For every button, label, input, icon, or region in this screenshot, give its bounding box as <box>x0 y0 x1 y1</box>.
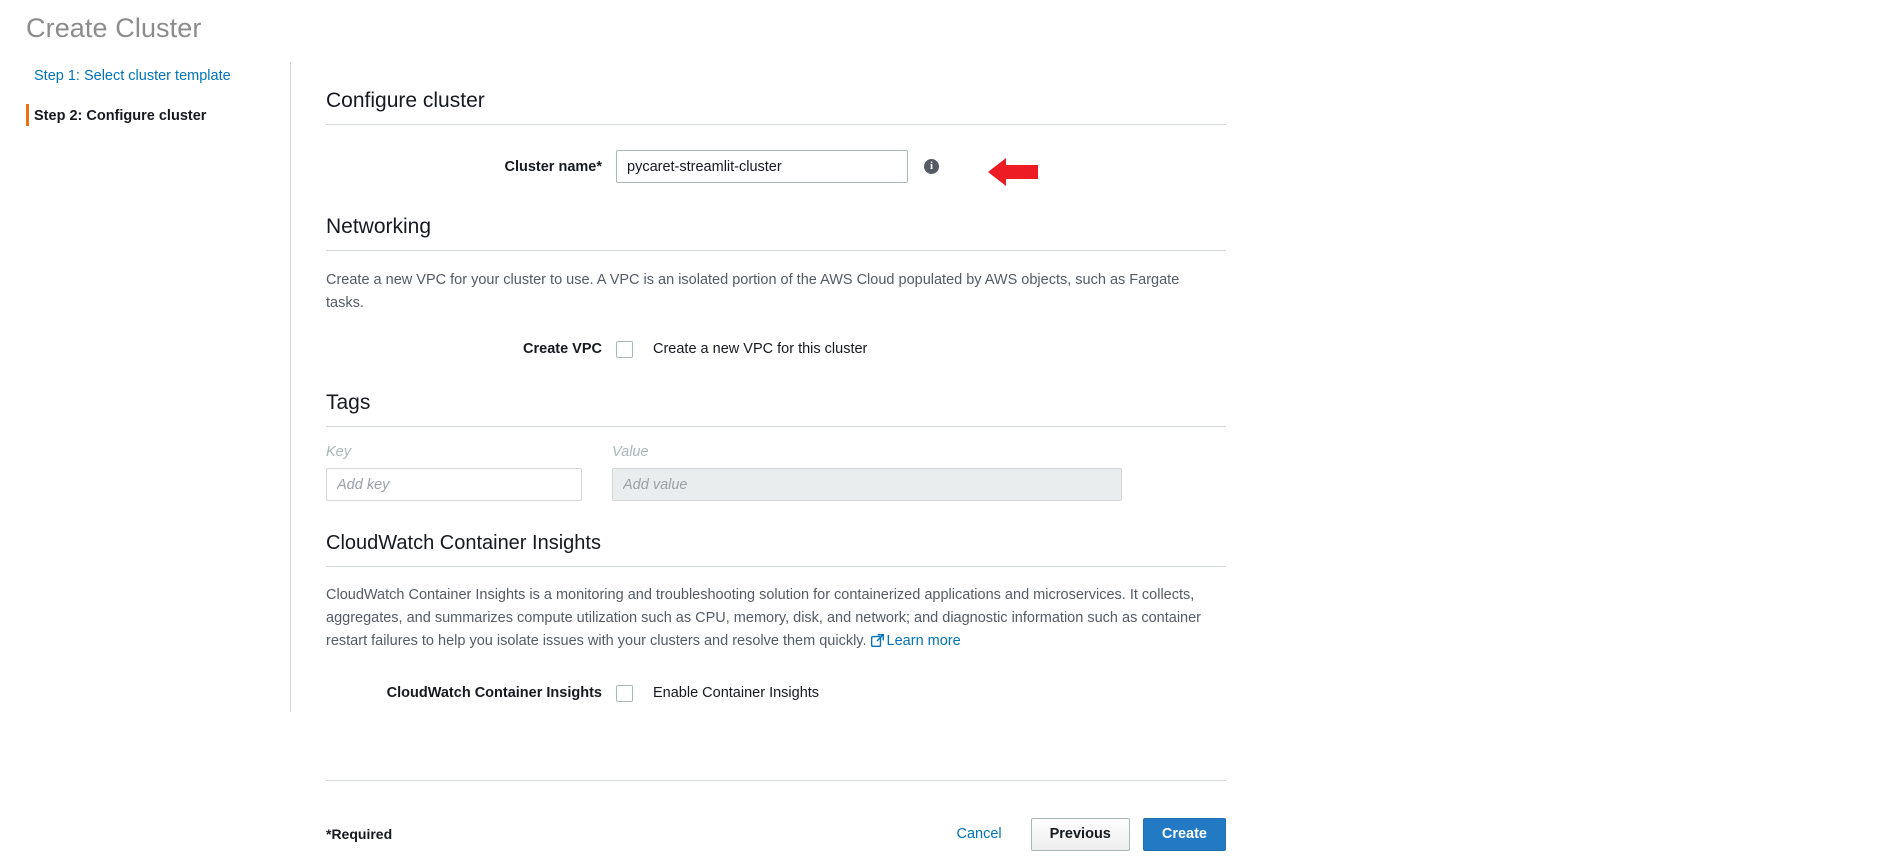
previous-button[interactable]: Previous <box>1031 818 1130 851</box>
page-title: Create Cluster <box>26 10 201 46</box>
footer-buttons: Cancel Previous Create <box>940 818 1226 851</box>
cluster-name-label: Cluster name* <box>326 159 616 175</box>
sidebar-step-2[interactable]: Step 2: Configure cluster <box>0 102 290 130</box>
wizard-steps-sidebar: Step 1: Select cluster template Step 2: … <box>0 62 291 712</box>
tags-key-header: Key <box>326 444 582 460</box>
networking-description: Create a new VPC for your cluster to use… <box>326 269 1216 315</box>
required-note: *Required <box>326 826 392 842</box>
tags-value-column: Value <box>612 444 1122 501</box>
container-insights-description-text: CloudWatch Container Insights is a monit… <box>326 587 1201 649</box>
external-link-icon <box>871 632 884 655</box>
create-vpc-checkbox-text: Create a new VPC for this cluster <box>653 341 867 357</box>
cancel-button[interactable]: Cancel <box>940 826 1017 842</box>
container-insights-field-label: CloudWatch Container Insights <box>326 685 616 701</box>
info-icon[interactable]: i <box>924 159 939 174</box>
tag-value-input[interactable] <box>612 468 1122 501</box>
learn-more-label: Learn more <box>887 633 961 649</box>
create-vpc-label: Create VPC <box>326 341 616 357</box>
main-content: Configure cluster Cluster name* i Networ… <box>326 70 1226 851</box>
cluster-name-row: Cluster name* i <box>326 150 1226 183</box>
section-heading-tags: Tags <box>326 389 1226 427</box>
create-vpc-row: Create VPC Create a new VPC for this clu… <box>326 341 1226 358</box>
create-cluster-page: Create Cluster Step 1: Select cluster te… <box>0 0 1890 860</box>
footer-actions-bar: *Required Cancel Previous Create <box>326 818 1226 851</box>
tags-key-column: Key <box>326 444 582 501</box>
container-insights-checkbox[interactable] <box>616 685 633 702</box>
create-vpc-checkbox[interactable] <box>616 341 633 358</box>
tags-grid: Key Value <box>326 444 1226 501</box>
sidebar-step-1-label: Step 1: Select cluster template <box>34 68 231 84</box>
container-insights-description: CloudWatch Container Insights is a monit… <box>326 584 1216 655</box>
section-heading-container-insights: CloudWatch Container Insights <box>326 529 1226 567</box>
sidebar-step-1[interactable]: Step 1: Select cluster template <box>0 62 290 90</box>
container-insights-row: CloudWatch Container Insights Enable Con… <box>326 685 1226 702</box>
tags-value-header: Value <box>612 444 1122 460</box>
section-heading-configure-cluster: Configure cluster <box>326 87 1226 125</box>
sidebar-step-2-label: Step 2: Configure cluster <box>34 108 206 124</box>
create-button[interactable]: Create <box>1143 818 1226 851</box>
learn-more-link[interactable]: Learn more <box>871 633 961 649</box>
section-heading-networking: Networking <box>326 213 1226 251</box>
tag-key-input[interactable] <box>326 468 582 501</box>
cluster-name-input[interactable] <box>616 150 908 183</box>
container-insights-checkbox-text: Enable Container Insights <box>653 685 819 701</box>
footer-divider <box>326 780 1226 781</box>
